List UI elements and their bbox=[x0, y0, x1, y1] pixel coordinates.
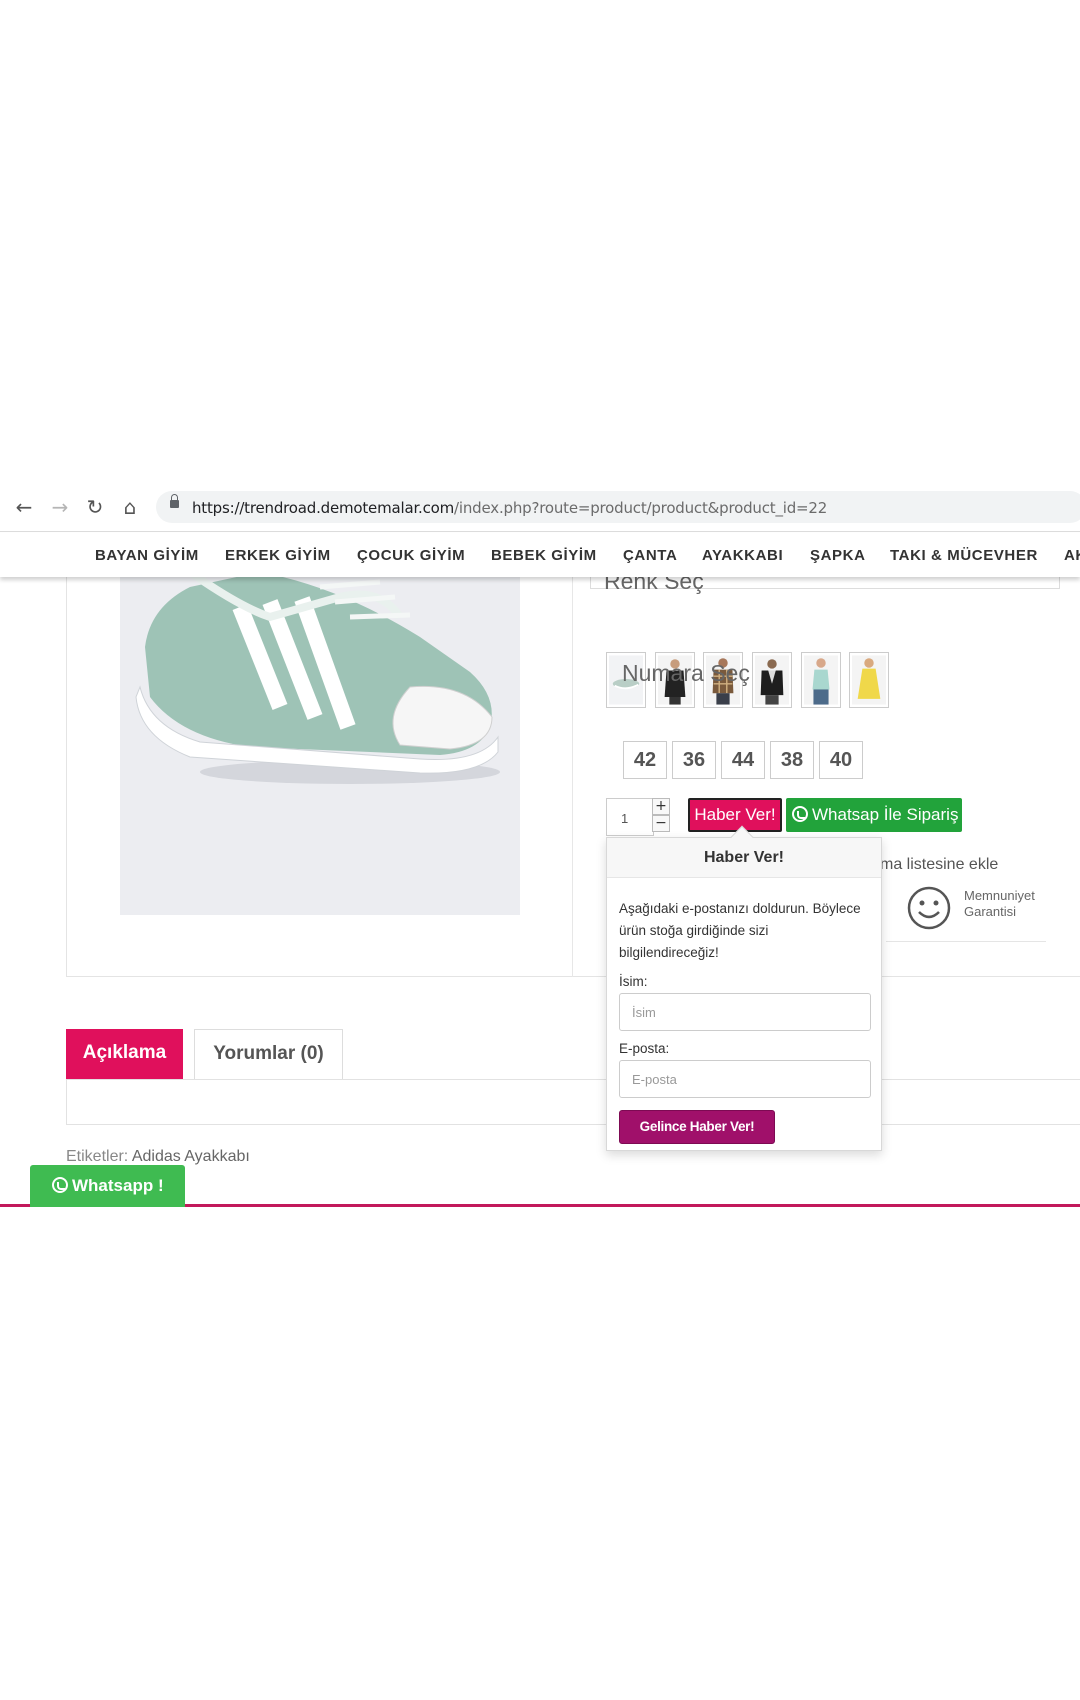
menu-item-ayakkabi[interactable]: AYAKKABI bbox=[702, 547, 783, 564]
tag-link[interactable]: Adidas Ayakkabı bbox=[132, 1148, 250, 1165]
color-swatch-yellow-dress[interactable] bbox=[849, 652, 889, 708]
name-input[interactable] bbox=[619, 993, 871, 1031]
popover-body: Aşağıdaki e-postanızı doldurun. Böylece … bbox=[607, 878, 881, 1144]
reload-icon[interactable]: ↻ bbox=[83, 495, 107, 519]
color-swatch-tank-top[interactable] bbox=[801, 652, 841, 708]
size-option[interactable]: 40 bbox=[819, 741, 863, 779]
size-select-title: Numara Seç bbox=[622, 660, 750, 686]
size-option[interactable]: 36 bbox=[672, 741, 716, 779]
size-option[interactable]: 44 bbox=[721, 741, 765, 779]
email-input[interactable] bbox=[619, 1060, 871, 1098]
satisfaction-line-1: Memnuniyet bbox=[964, 888, 1035, 903]
popover-title: Haber Ver! bbox=[607, 838, 881, 878]
notify-submit-button[interactable]: Gelince Haber Ver! bbox=[619, 1110, 775, 1144]
tab-content-panel bbox=[66, 1079, 1080, 1125]
url-text: https://trendroad.demotemalar.com/index.… bbox=[192, 499, 827, 517]
address-bar[interactable]: https://trendroad.demotemalar.com/index.… bbox=[156, 491, 1080, 523]
sneaker-image bbox=[120, 577, 520, 915]
whatsapp-icon bbox=[792, 806, 808, 822]
url-path: /index.php?route=product/product&product… bbox=[454, 499, 828, 517]
tab-description[interactable]: Açıklama bbox=[66, 1029, 183, 1079]
category-menu: BAYAN GİYİM ERKEK GİYİM ÇOCUK GİYİM BEBE… bbox=[0, 533, 1080, 577]
url-host: https://trendroad.demotemalar.com bbox=[192, 499, 455, 517]
whatsapp-order-button[interactable]: Whatsap İle Sipariş bbox=[786, 798, 962, 832]
satisfaction-line-2: Garantisi bbox=[964, 904, 1017, 919]
notify-popover: Haber Ver! Aşağıdaki e-postanızı dolduru… bbox=[606, 825, 882, 1151]
add-to-list-link[interactable]: ma listesine ekle bbox=[880, 856, 998, 874]
smiley-icon bbox=[907, 886, 951, 930]
menu-item-taki-mucevher[interactable]: TAKI & MÜCEVHER bbox=[890, 547, 1038, 564]
menu-item-sapka[interactable]: ŞAPKA bbox=[810, 547, 866, 564]
forward-arrow-icon[interactable]: → bbox=[48, 495, 72, 519]
popover-description: Aşağıdaki e-postanızı doldurun. Böylece … bbox=[619, 901, 861, 960]
lock-icon bbox=[170, 494, 179, 508]
menu-item-bebek-giyim[interactable]: BEBEK GİYİM bbox=[491, 547, 597, 564]
menu-item-cocuk-giyim[interactable]: ÇOCUK GİYİM bbox=[357, 547, 465, 564]
column-divider bbox=[572, 577, 573, 977]
quantity-plus-button[interactable]: + bbox=[652, 798, 670, 815]
back-arrow-icon[interactable]: ← bbox=[12, 495, 36, 519]
tags-label: Etiketler: bbox=[66, 1148, 129, 1165]
tags-line: Etiketler: Adidas Ayakkabı bbox=[66, 1148, 250, 1166]
screenshot-region: ← → ↻ ⌂ https://trendroad.demotemalar.co… bbox=[0, 482, 1080, 1210]
notify-me-button[interactable]: Haber Ver! bbox=[688, 798, 782, 832]
menu-item-erkek-giyim[interactable]: ERKEK GİYİM bbox=[225, 547, 331, 564]
browser-toolbar: ← → ↻ ⌂ https://trendroad.demotemalar.co… bbox=[0, 482, 1080, 532]
quantity-input[interactable]: 1 bbox=[606, 798, 654, 836]
home-icon[interactable]: ⌂ bbox=[118, 495, 142, 519]
tab-reviews[interactable]: Yorumlar (0) bbox=[194, 1029, 343, 1079]
quantity-minus-button[interactable]: − bbox=[652, 815, 670, 832]
satisfaction-guarantee: Memnuniyet Garantisi bbox=[964, 888, 1035, 920]
menu-item-truncated[interactable]: AK bbox=[1064, 547, 1080, 564]
product-image[interactable] bbox=[120, 577, 520, 915]
size-option[interactable]: 42 bbox=[623, 741, 667, 779]
whatsapp-float-label: Whatsapp ! bbox=[72, 1176, 164, 1195]
whatsapp-icon bbox=[52, 1177, 68, 1193]
name-label: İsim: bbox=[619, 974, 648, 989]
whatsapp-float-button[interactable]: Whatsapp ! bbox=[30, 1165, 185, 1207]
feature-divider bbox=[886, 941, 1046, 942]
color-swatch-leather-jacket[interactable] bbox=[752, 652, 792, 708]
email-label: E-posta: bbox=[619, 1041, 670, 1056]
size-option[interactable]: 38 bbox=[770, 741, 814, 779]
menu-item-canta[interactable]: ÇANTA bbox=[623, 547, 677, 564]
menu-item-bayan-giyim[interactable]: BAYAN GİYİM bbox=[95, 547, 199, 564]
whatsapp-order-label: Whatsap İle Sipariş bbox=[812, 805, 959, 824]
